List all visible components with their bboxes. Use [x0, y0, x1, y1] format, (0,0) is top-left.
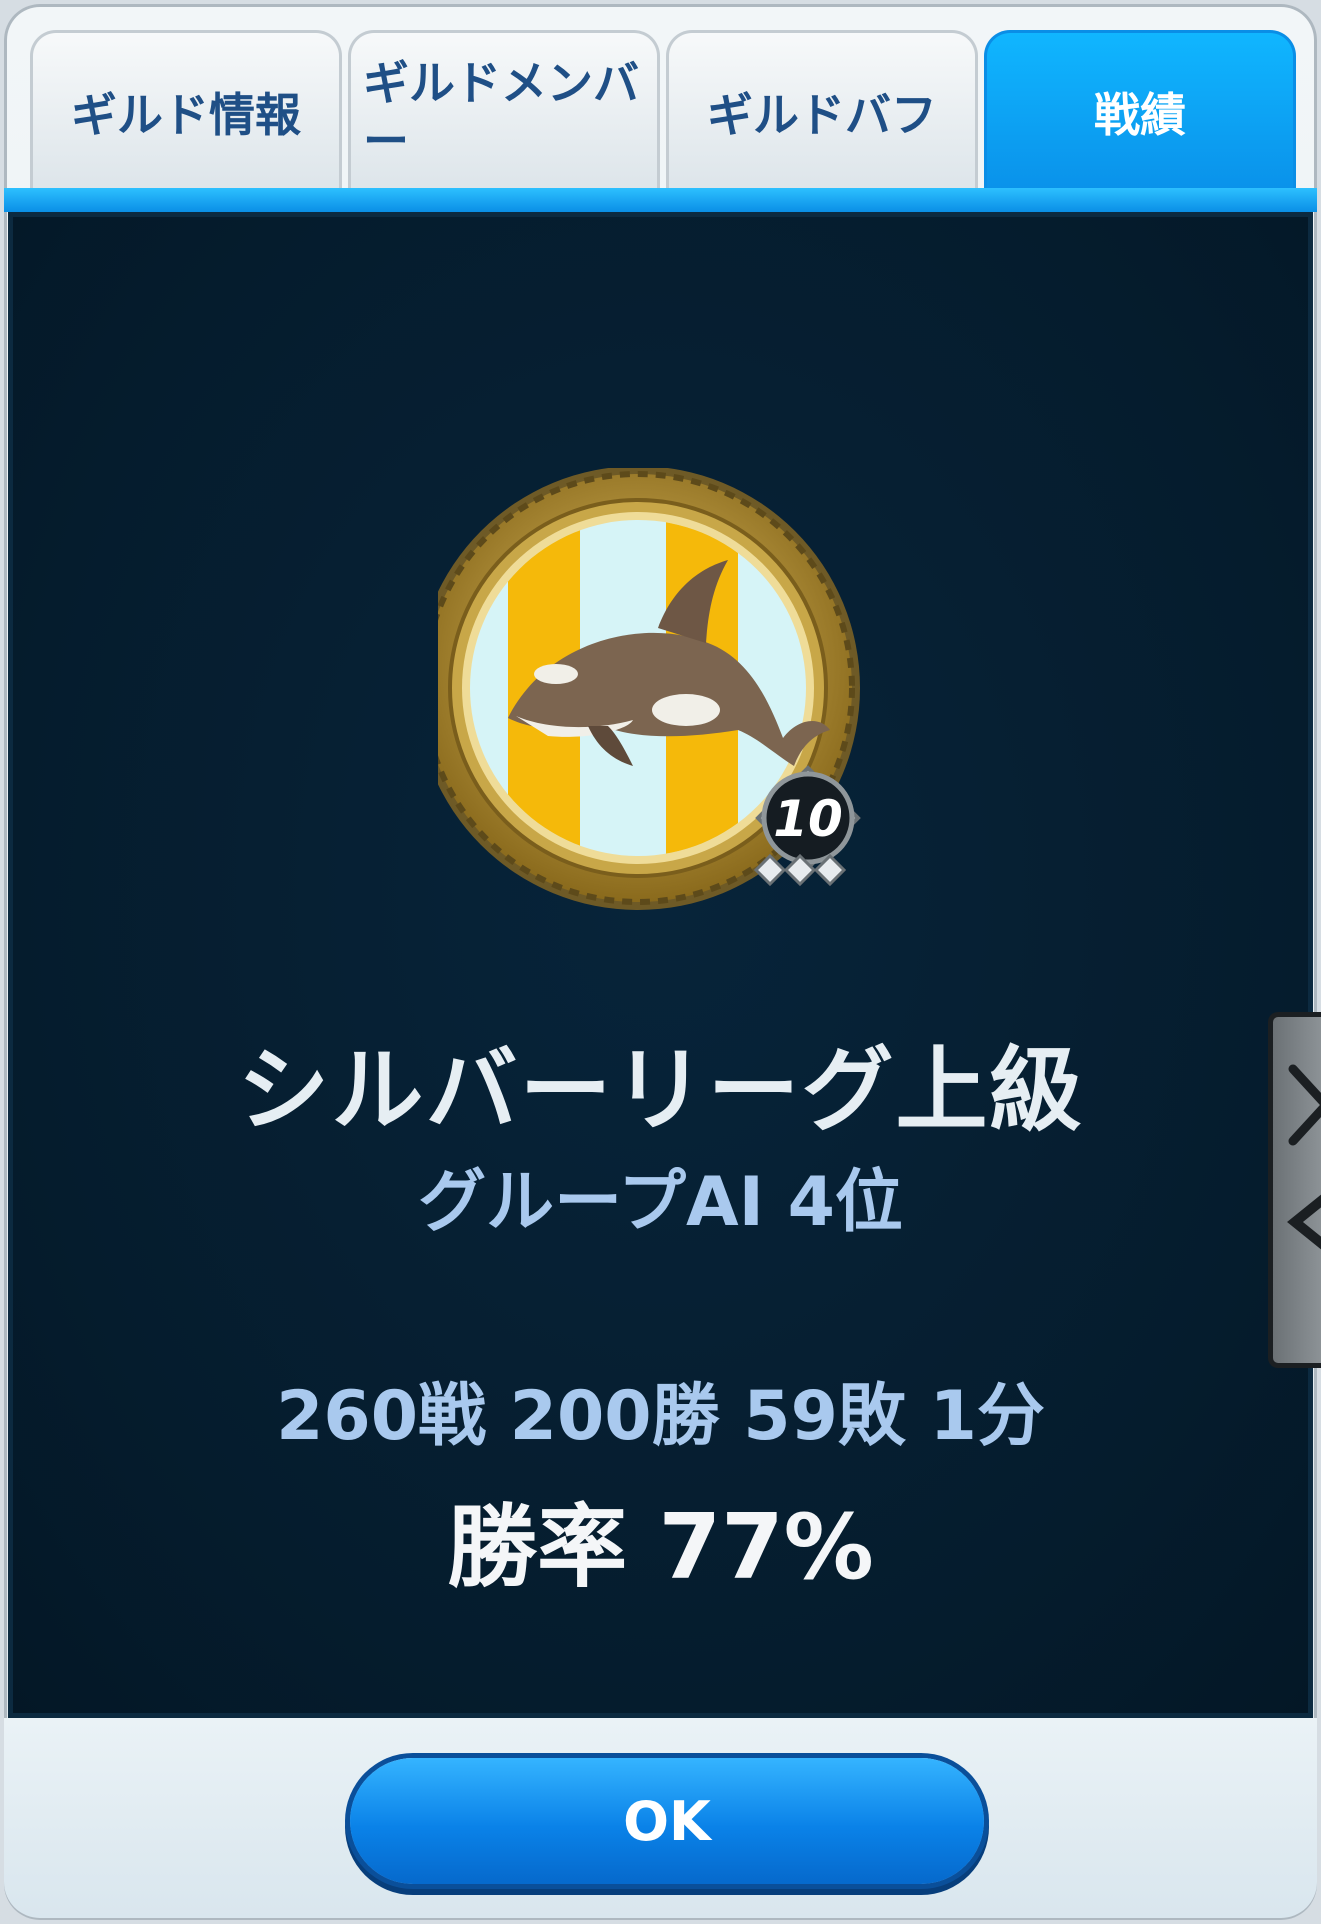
win-rate: 勝率 77% — [447, 1495, 874, 1600]
group-rank: グループAI 4位 — [418, 1163, 903, 1242]
badge-number: 10 — [773, 790, 843, 848]
tab-guild-info[interactable]: ギルド情報 — [30, 30, 342, 190]
battle-record: 260戦 200勝 59敗 1分 — [276, 1377, 1045, 1456]
ok-button[interactable]: OK — [350, 1758, 984, 1884]
league-name: シルバーリーグ上級 — [237, 1037, 1084, 1144]
tab-record[interactable]: 戦績 — [984, 30, 1296, 190]
tab-guild-members[interactable]: ギルドメンバー — [348, 30, 660, 190]
tab-guild-buff[interactable]: ギルドバフ — [666, 30, 978, 190]
orca-medal-icon: 10 — [416, 466, 918, 948]
tab-underline — [4, 188, 1317, 212]
